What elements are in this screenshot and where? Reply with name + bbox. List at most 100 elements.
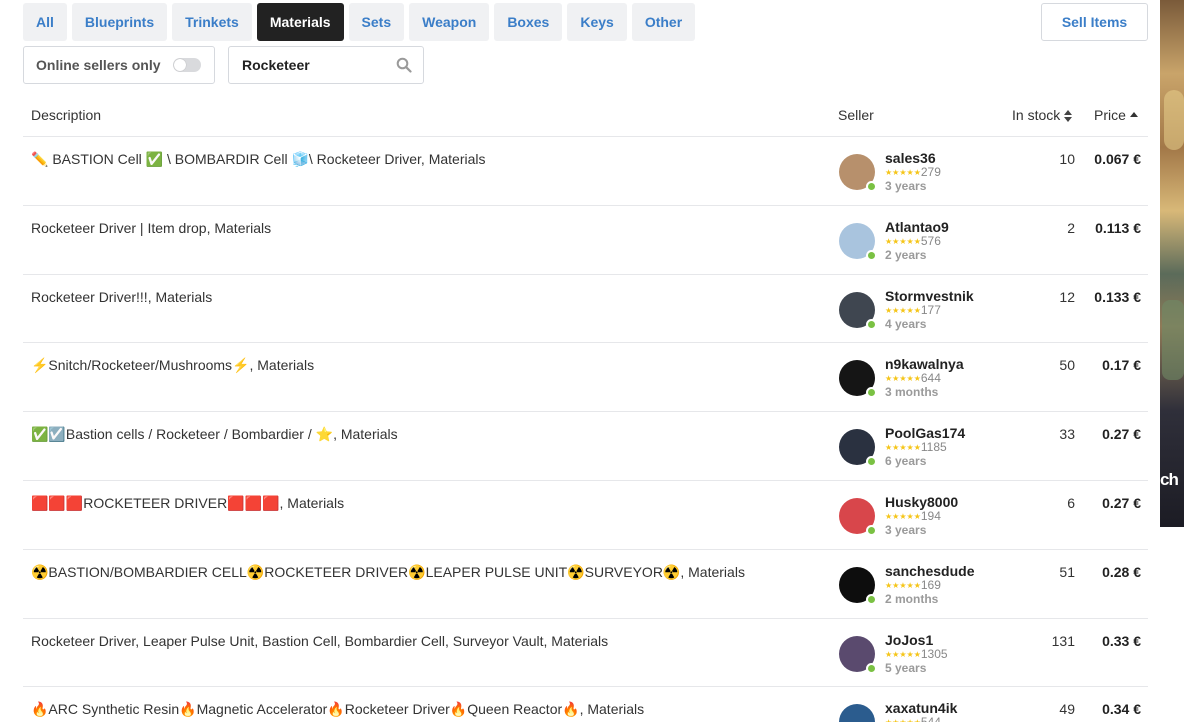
tab-sets[interactable]: Sets [348, 3, 405, 41]
seller-name[interactable]: xaxatun4ik [885, 700, 957, 716]
seller-since: 4 years [885, 316, 927, 331]
item-description: ☢️BASTION/BOMBARDIER CELL☢️ROCKETEER DRI… [31, 563, 745, 580]
seller-name[interactable]: sanchesdude [885, 563, 974, 579]
table-header: Description Seller In stock Price [23, 94, 1148, 137]
item-price: 0.28 € [1102, 563, 1141, 580]
table-row[interactable]: 🔥ARC Synthetic Resin🔥Magnetic Accelerato… [23, 687, 1148, 722]
tab-keys[interactable]: Keys [567, 3, 627, 41]
listings-table: Description Seller In stock Price ✏️ BAS… [23, 94, 1148, 722]
item-price: 0.17 € [1102, 357, 1141, 374]
online-sellers-toggle[interactable] [173, 58, 201, 72]
table-body: ✏️ BASTION Cell ✅ \ BOMBARDIR Cell 🧊\ Ro… [23, 137, 1148, 722]
online-status-dot [866, 662, 877, 674]
stock-count: 6 [1067, 494, 1075, 511]
rating-stars-icon: ★★★★★ [885, 443, 921, 453]
column-description: Description [31, 107, 102, 123]
rating-stars-icon: ★★★★★ [885, 236, 921, 246]
toggle-knob [174, 59, 186, 71]
table-row[interactable]: ☢️BASTION/BOMBARDIER CELL☢️ROCKETEER DRI… [23, 550, 1148, 619]
tab-blueprints[interactable]: Blueprints [71, 3, 168, 41]
online-sellers-label: Online sellers only [36, 57, 161, 73]
seller-since: 3 years [885, 179, 927, 193]
rating-stars-icon: ★★★★★ [885, 580, 921, 590]
rating-stars-icon: ★★★★★ [885, 168, 921, 177]
stock-count: 12 [1059, 288, 1075, 305]
stock-count: 50 [1059, 357, 1075, 374]
seller-rating: ★★★★★1185 [885, 440, 947, 454]
tab-other[interactable]: Other [631, 3, 696, 41]
seller-rating: ★★★★★194 [885, 509, 941, 523]
column-in-stock[interactable]: In stock [1012, 107, 1073, 123]
table-row[interactable]: Rocketeer Driver!!!, Materials Stormvest… [23, 275, 1148, 344]
search-input[interactable] [229, 47, 389, 83]
item-price: 0.133 € [1094, 288, 1141, 305]
item-price: 0.33 € [1102, 632, 1141, 649]
rating-stars-icon: ★★★★★ [885, 374, 921, 384]
tab-boxes[interactable]: Boxes [494, 3, 563, 41]
tab-materials[interactable]: Materials [256, 3, 344, 41]
sort-icon [1063, 110, 1073, 122]
item-price: 0.27 € [1102, 494, 1141, 511]
seller-name[interactable]: Atlantao9 [885, 219, 949, 235]
table-row[interactable]: ✅☑️Bastion cells / Rocketeer / Bombardie… [23, 412, 1148, 481]
column-in-stock-label: In stock [1012, 107, 1061, 123]
item-description: 🟥🟥🟥ROCKETEER DRIVER🟥🟥🟥, Materials [31, 494, 345, 511]
rating-count: 644 [920, 371, 941, 386]
banner-glow [1164, 90, 1184, 150]
table-row[interactable]: Rocketeer Driver, Leaper Pulse Unit, Bas… [23, 619, 1148, 688]
tab-all[interactable]: All [23, 3, 67, 41]
table-row[interactable]: ✏️ BASTION Cell ✅ \ BOMBARDIR Cell 🧊\ Ro… [23, 137, 1148, 206]
seller-name[interactable]: PoolGas174 [885, 425, 965, 441]
item-price: 0.27 € [1102, 426, 1141, 443]
seller-since: 6 years [885, 454, 927, 469]
table-row[interactable]: 🟥🟥🟥ROCKETEER DRIVER🟥🟥🟥, Materials Husky8… [23, 481, 1148, 550]
category-tabs: All Blueprints Trinkets Materials Sets W… [23, 3, 696, 41]
column-price-label: Price [1094, 107, 1126, 123]
stock-count: 131 [1051, 632, 1075, 649]
stock-count: 49 [1059, 701, 1075, 718]
rating-stars-icon: ★★★★★ [885, 718, 921, 722]
sell-items-button[interactable]: Sell Items [1041, 3, 1148, 41]
seller-name[interactable]: n9kawalnya [885, 356, 964, 372]
item-price: 0.34 € [1102, 701, 1141, 718]
seller-name[interactable]: Husky8000 [885, 494, 958, 510]
seller-rating: ★★★★★544 [885, 715, 941, 722]
table-row[interactable]: Rocketeer Driver | Item drop, Materials … [23, 206, 1148, 275]
rating-stars-icon: ★★★★★ [885, 511, 921, 521]
seller-name[interactable]: JoJos1 [885, 632, 933, 648]
column-price[interactable]: Price [1094, 107, 1139, 123]
rating-stars-icon: ★★★★★ [885, 649, 921, 659]
seller-since: 2 years [885, 247, 927, 262]
rating-count: 576 [920, 233, 941, 248]
seller-name[interactable]: Stormvestnik [885, 288, 974, 304]
item-description: ⚡Snitch/Rocketeer/Mushrooms⚡, Materials [31, 357, 315, 374]
item-price: 0.113 € [1095, 219, 1141, 236]
item-description: ✏️ BASTION Cell ✅ \ BOMBARDIR Cell 🧊\ Ro… [31, 151, 486, 167]
seller-rating: ★★★★★644 [885, 371, 941, 385]
item-description: Rocketeer Driver, Leaper Pulse Unit, Bas… [31, 632, 609, 649]
tab-trinkets[interactable]: Trinkets [172, 3, 252, 41]
stock-count: 51 [1059, 563, 1075, 580]
stock-count: 2 [1067, 219, 1075, 236]
stock-count: 33 [1059, 426, 1075, 443]
seller-rating: ★★★★★279 [885, 165, 941, 179]
tab-weapon[interactable]: Weapon [409, 3, 490, 41]
promo-banner-art: ch [1160, 0, 1184, 527]
seller-avatar[interactable] [839, 704, 875, 722]
search-icon[interactable] [396, 57, 412, 73]
seller-name[interactable]: sales36 [885, 150, 936, 166]
online-status-dot [866, 318, 877, 330]
online-status-dot [866, 456, 877, 468]
online-sellers-filter[interactable]: Online sellers only [23, 46, 215, 84]
online-status-dot [866, 181, 877, 192]
item-description: Rocketeer Driver!!!, Materials [31, 288, 213, 305]
sort-asc-icon [1129, 111, 1139, 119]
online-status-dot [866, 524, 877, 536]
rating-count: 1185 [920, 440, 947, 455]
table-row[interactable]: ⚡Snitch/Rocketeer/Mushrooms⚡, Materials … [23, 343, 1148, 413]
item-description: Rocketeer Driver | Item drop, Materials [31, 219, 272, 236]
seller-since: 5 years [885, 660, 927, 675]
item-description: ✅☑️Bastion cells / Rocketeer / Bombardie… [31, 426, 398, 443]
rating-count: 1305 [920, 646, 948, 661]
search-box [228, 46, 424, 84]
